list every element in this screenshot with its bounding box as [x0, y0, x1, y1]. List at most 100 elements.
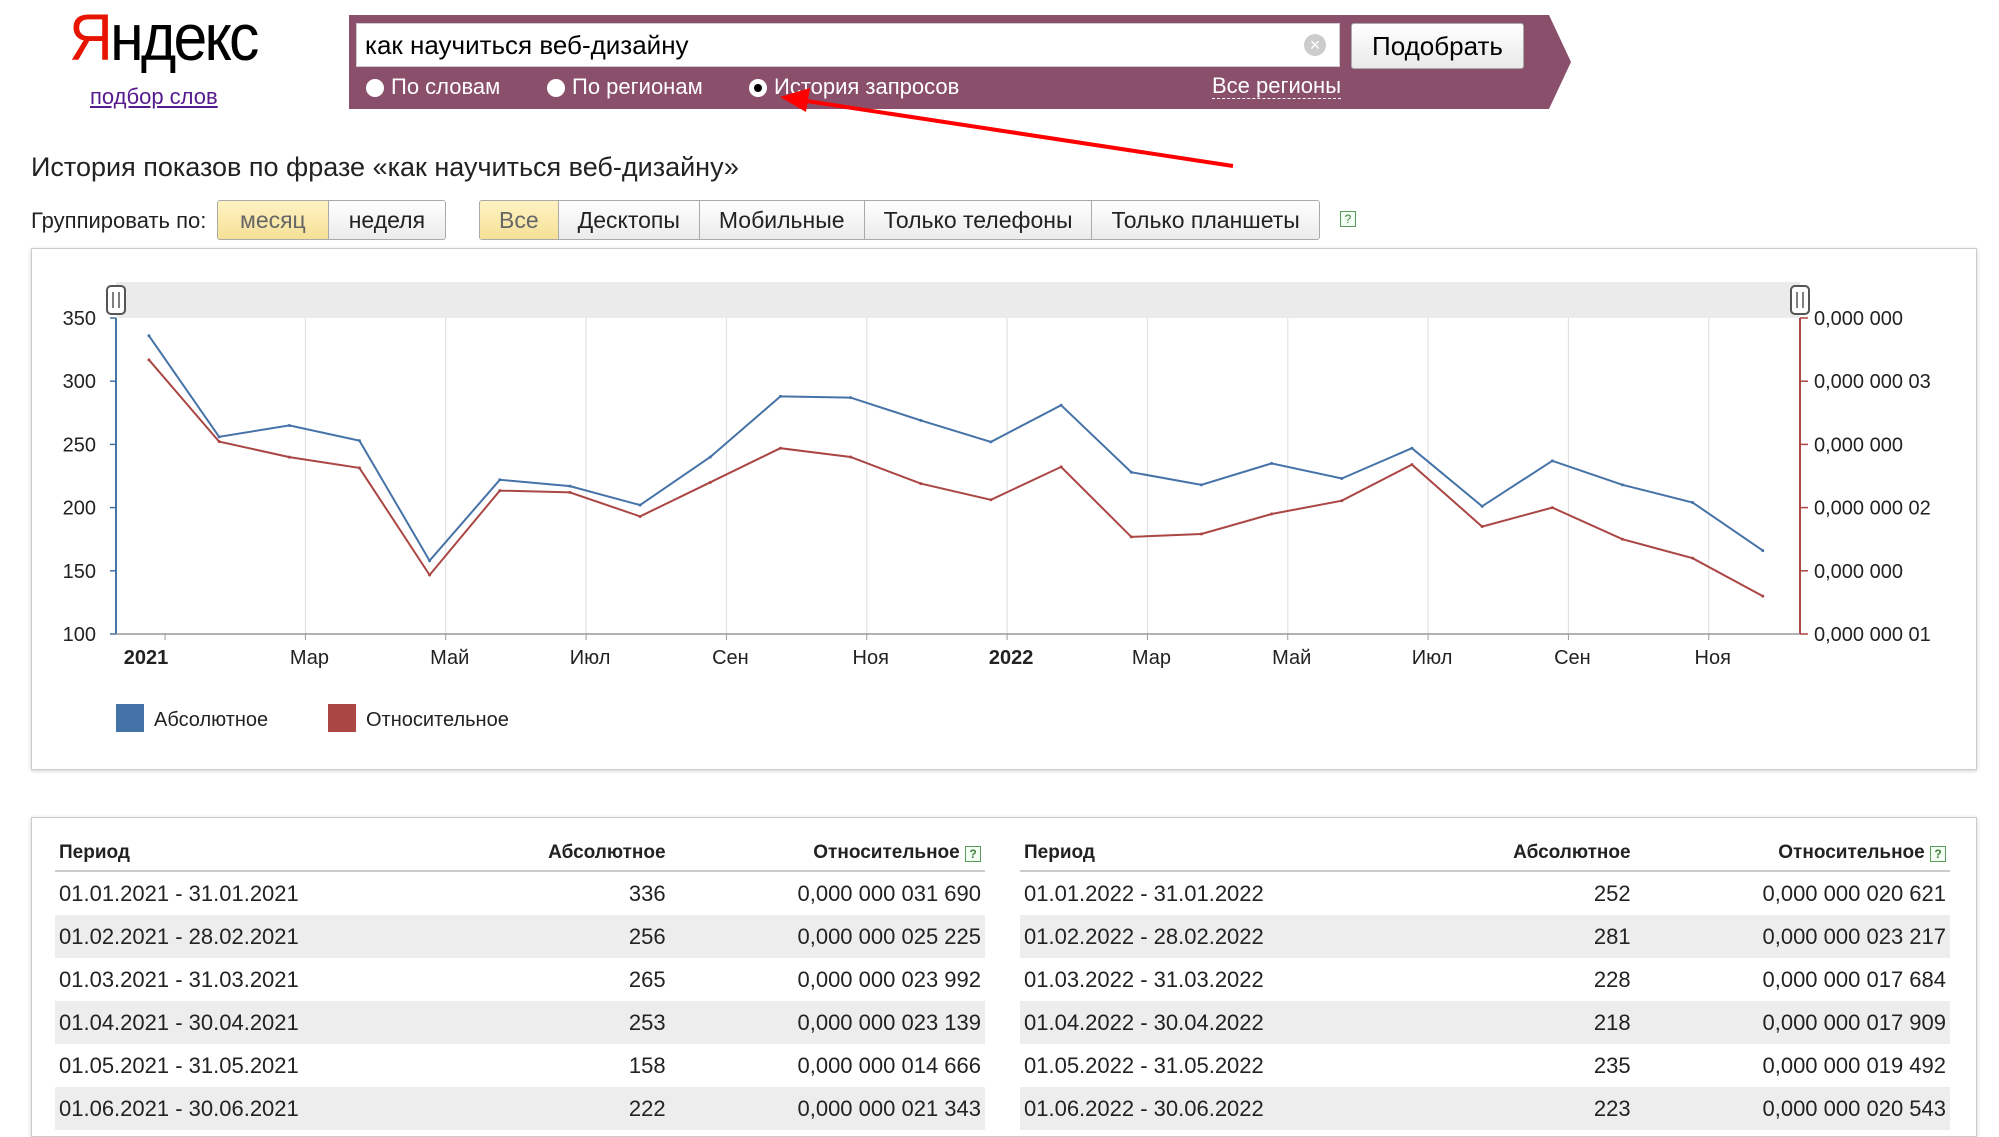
x-tick-label: Ноя	[853, 647, 889, 669]
table-row: 01.04.2022 - 30.04.2022 218 0,000 000 017 …	[1020, 1001, 1950, 1044]
table-row: 01.01.2021 - 31.01.2021 336 0,000 000 031 …	[55, 871, 985, 915]
table-row: 01.06.2021 - 30.06.2021 222 0,000 000 021 …	[55, 1087, 985, 1130]
cell-relative: 0,000 000 031 690	[797, 880, 981, 906]
x-tick-label: Сен	[1554, 647, 1591, 669]
cell-absolute: 235	[1593, 1052, 1631, 1078]
cell-absolute: 265	[628, 966, 666, 992]
cell-relative: 0,000 000 023 992	[797, 966, 981, 992]
y2-tick-label: 0,000 000	[1814, 308, 1903, 330]
series-point	[357, 439, 361, 443]
series-line-0	[148, 335, 1764, 563]
cell-absolute: 336	[628, 880, 666, 906]
series-point	[1410, 446, 1414, 450]
table-row: 01.06.2022 - 30.06.2022 223 0,000 000 020 …	[1020, 1087, 1950, 1130]
x-tick-label: Июл	[1412, 647, 1453, 669]
series-point	[708, 455, 712, 459]
x-tick-label: Май	[1272, 647, 1311, 669]
cell-relative: 0,000 000 025 225	[669, 915, 985, 958]
x-tick-label: 2021	[124, 647, 169, 669]
table-row: 01.01.2022 - 31.01.2022 252 0,000 000 020 …	[1020, 871, 1950, 915]
x-tick-label: Ноя	[1695, 647, 1731, 669]
cell-absolute: 158	[628, 1052, 666, 1078]
table-row: 01.02.2021 - 28.02.2021 256 0,000 000 025 …	[55, 915, 985, 958]
series-point	[1620, 537, 1624, 541]
series-point	[989, 498, 993, 502]
cell-period: 01.06.2022 - 30.06.2022	[1020, 1087, 1429, 1130]
cell-period: 01.02.2022 - 28.02.2022	[1020, 915, 1429, 958]
series-point	[1059, 465, 1063, 469]
y2-tick-label: 0,000 000 02	[1814, 498, 1931, 520]
y-tick-label: 200	[63, 498, 96, 520]
cell-absolute: 253	[463, 1001, 670, 1044]
series-point	[1270, 512, 1274, 516]
x-tick-label: Мар	[290, 647, 329, 669]
series-point	[1199, 532, 1203, 536]
help-icon[interactable]: ?	[1930, 846, 1946, 862]
series-point	[287, 423, 291, 427]
y-tick-label: 250	[63, 434, 96, 456]
cell-period: 01.01.2022 - 31.01.2022	[1024, 880, 1264, 906]
cell-relative: 0,000 000 019 492	[1762, 1052, 1946, 1078]
y-tick-label: 300	[63, 371, 96, 393]
cell-absolute: 222	[463, 1087, 670, 1130]
navigator-handle-right[interactable]	[1790, 285, 1810, 315]
series-point	[919, 482, 923, 486]
x-tick-label: Май	[430, 647, 469, 669]
col-period: Период	[55, 836, 464, 872]
series-point	[1620, 483, 1624, 487]
cell-absolute: 252	[1593, 880, 1631, 906]
series-point	[147, 334, 151, 338]
series-point	[778, 394, 782, 398]
table-row: 01.04.2021 - 30.04.2021 253 0,000 000 023 …	[55, 1001, 985, 1044]
series-point	[1691, 556, 1695, 560]
cell-relative: 0,000 000 021 343	[669, 1087, 985, 1130]
legend-swatch	[328, 704, 356, 732]
col-period: Период	[1020, 836, 1429, 872]
cell-relative: 0,000 000 020 621	[1762, 880, 1946, 906]
navigator-band	[116, 282, 1800, 318]
cell-absolute: 228	[1593, 966, 1631, 992]
series-point	[568, 484, 572, 488]
series-point	[287, 455, 291, 459]
cell-period: 01.05.2022 - 31.05.2022	[1024, 1052, 1264, 1078]
cell-period: 01.03.2022 - 31.03.2022	[1024, 966, 1264, 992]
series-point	[1480, 504, 1484, 508]
series-point	[217, 440, 221, 444]
table-row: 01.05.2021 - 31.05.2021 158 0,000 000 014 …	[55, 1044, 985, 1087]
cell-relative: 0,000 000 020 543	[1634, 1087, 1950, 1130]
series-point	[498, 489, 502, 493]
table-row: 01.03.2021 - 31.03.2021 265 0,000 000 023 …	[55, 958, 985, 1001]
series-point	[147, 358, 151, 362]
series-point	[217, 435, 221, 439]
x-tick-label: Мар	[1132, 647, 1171, 669]
y2-tick-label: 0,000 000 03	[1814, 371, 1931, 393]
series-point	[708, 480, 712, 484]
y-tick-label: 100	[63, 624, 96, 646]
series-point	[1761, 594, 1765, 598]
history-table-panel: Период Абсолютное Относительное ? 01.01.…	[31, 817, 1977, 1137]
cell-period: 01.04.2022 - 30.04.2022	[1020, 1001, 1429, 1044]
series-point	[1480, 525, 1484, 529]
table-row: 01.02.2022 - 28.02.2022 281 0,000 000 023 …	[1020, 915, 1950, 958]
series-point	[428, 559, 432, 563]
series-point	[778, 446, 782, 450]
legend-label: Абсолютное	[154, 709, 268, 731]
history-table-2022: Период Абсолютное Относительное ? 01.01.…	[1020, 836, 1950, 1130]
series-point	[1691, 501, 1695, 505]
history-table-2021: Период Абсолютное Относительное ? 01.01.…	[55, 836, 985, 1130]
x-tick-label: 2022	[989, 647, 1034, 669]
cell-relative: 0,000 000 014 666	[797, 1052, 981, 1078]
y-tick-label: 150	[63, 561, 96, 583]
col-relative: Относительное ?	[669, 836, 985, 872]
navigator-handle-left[interactable]	[106, 285, 126, 315]
series-point	[1550, 506, 1554, 510]
cell-absolute: 281	[1428, 915, 1635, 958]
table-row: 01.03.2022 - 31.03.2022 228 0,000 000 017 …	[1020, 958, 1950, 1001]
cell-relative: 0,000 000 023 139	[669, 1001, 985, 1044]
help-icon[interactable]: ?	[965, 846, 981, 862]
series-line-1	[148, 359, 1764, 597]
x-tick-label: Сен	[712, 647, 749, 669]
legend-swatch	[116, 704, 144, 732]
series-point	[1129, 535, 1133, 539]
y2-tick-label: 0,000 000	[1814, 434, 1903, 456]
